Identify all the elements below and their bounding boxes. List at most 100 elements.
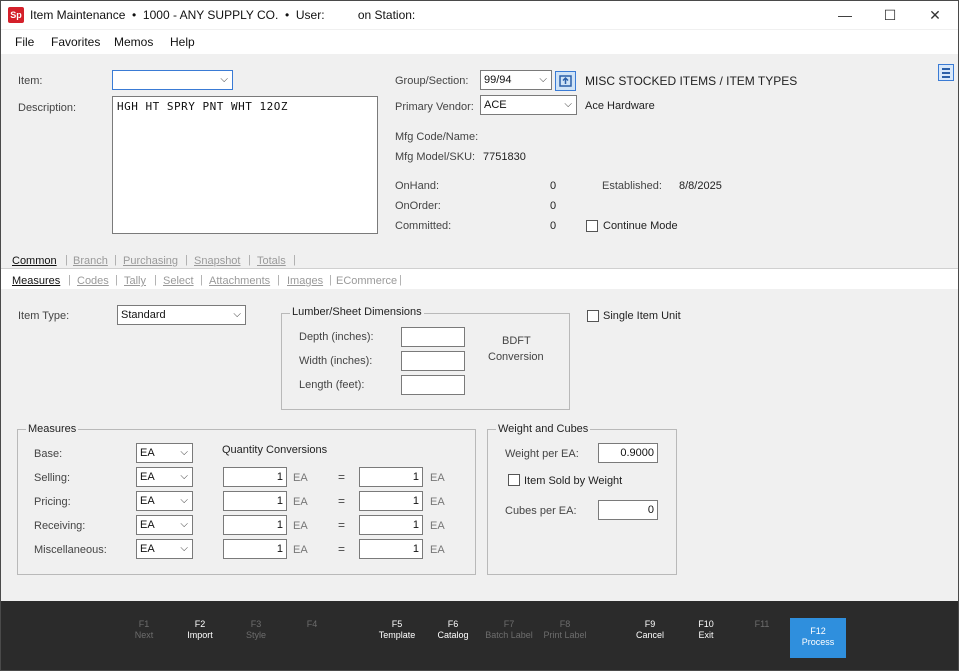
primary-vendor-combo[interactable]: ACE ⌵	[480, 95, 577, 115]
miscellaneous-qty-unit: EA	[293, 544, 308, 556]
committed-label: Committed:	[395, 220, 452, 232]
pricing-unit-combo[interactable]: EA ⌵	[136, 491, 193, 511]
chevron-down-icon: ⌵	[233, 309, 241, 320]
tab-snapshot[interactable]: Snapshot	[194, 255, 240, 267]
tab-tally[interactable]: Tally	[124, 275, 146, 287]
depth-input[interactable]	[401, 327, 465, 347]
length-input[interactable]	[401, 375, 465, 395]
measures-title: Measures	[26, 423, 79, 435]
f1-key: F1	[138, 619, 150, 629]
receiving-base-qty-input[interactable]: 1	[359, 515, 423, 535]
menu-bar: File Favorites Memos Help	[1, 30, 958, 54]
menu-help[interactable]: Help	[170, 35, 195, 49]
onhand-label: OnHand:	[395, 180, 440, 192]
f11-button[interactable]: F11	[734, 619, 790, 630]
mfg-model-label: Mfg Model/SKU:	[395, 151, 476, 163]
chevron-down-icon: ⌵	[220, 74, 228, 85]
miscellaneous-base-qty-input[interactable]: 1	[359, 539, 423, 559]
tab-codes[interactable]: Codes	[77, 275, 109, 287]
item-type-combo[interactable]: Standard ⌵	[117, 305, 246, 325]
f3-label: Style	[245, 630, 266, 640]
secondary-tabs: Measures | Codes | Tally | Select | Atta…	[1, 269, 958, 289]
tab-images[interactable]: Images	[287, 275, 323, 287]
f12-process-button[interactable]: F12 Process	[790, 618, 846, 658]
tab-common[interactable]: Common	[12, 255, 57, 267]
single-item-unit-label: Single Item Unit	[603, 310, 681, 322]
tab-select[interactable]: Select	[163, 275, 194, 287]
base-unit-combo[interactable]: EA ⌵	[136, 443, 193, 463]
bdft-conversion-label: Conversion	[488, 351, 544, 363]
tab-measures[interactable]: Measures	[12, 275, 60, 287]
f5-label: Template	[378, 630, 416, 640]
f1-next-button[interactable]: F1 Next	[116, 619, 172, 641]
menu-file[interactable]: File	[15, 35, 34, 49]
f9-cancel-button[interactable]: F9 Cancel	[622, 619, 678, 641]
cubes-per-input[interactable]: 0	[598, 500, 658, 520]
receiving-label: Receiving:	[34, 520, 86, 532]
chevron-down-icon: ⌵	[539, 74, 547, 85]
chevron-down-icon: ⌵	[180, 471, 188, 482]
receiving-base-unit: EA	[430, 520, 445, 532]
single-item-unit-checkbox[interactable]	[587, 310, 599, 322]
selling-unit-combo[interactable]: EA ⌵	[136, 467, 193, 487]
group-section-combo[interactable]: 99/94 ⌵	[480, 70, 552, 90]
sold-by-weight-label: Item Sold by Weight	[524, 475, 623, 487]
f2-key: F2	[194, 619, 206, 629]
pricing-equals: =	[338, 494, 346, 508]
pricing-base-qty-input[interactable]: 1	[359, 491, 423, 511]
side-menu-icon[interactable]	[938, 64, 954, 81]
pricing-label: Pricing:	[34, 496, 71, 508]
width-input[interactable]	[401, 351, 465, 371]
selling-base-unit: EA	[430, 472, 445, 484]
group-section-label: Group/Section:	[395, 75, 469, 87]
menu-memos[interactable]: Memos	[114, 35, 153, 49]
close-button[interactable]: ✕	[912, 1, 958, 29]
f7-batch-label-button[interactable]: F7 Batch Label	[481, 619, 537, 641]
f6-catalog-button[interactable]: F6 Catalog	[425, 619, 481, 641]
group-lookup-button[interactable]	[555, 71, 576, 91]
tab-branch[interactable]: Branch	[73, 255, 108, 267]
tab-attachments[interactable]: Attachments	[209, 275, 270, 287]
f5-template-button[interactable]: F5 Template	[369, 619, 425, 641]
continue-mode-checkbox[interactable]	[586, 220, 598, 232]
mfg-code-label: Mfg Code/Name:	[395, 131, 479, 143]
pricing-qty-unit: EA	[293, 496, 308, 508]
weight-per-label: Weight per EA:	[505, 448, 579, 460]
selling-base-qty-input[interactable]: 1	[359, 467, 423, 487]
continue-mode-label: Continue Mode	[603, 220, 678, 232]
chevron-down-icon: ⌵	[180, 519, 188, 530]
f3-style-button[interactable]: F3 Style	[228, 619, 284, 641]
f12-key: F12	[810, 626, 826, 636]
f6-label: Catalog	[437, 630, 469, 640]
item-type-value: Standard	[121, 309, 166, 321]
sold-by-weight-checkbox[interactable]	[508, 474, 520, 486]
function-key-bar: F1 Next F2 Import F3 Style F4 F5 Template F6…	[1, 601, 958, 670]
miscellaneous-unit-combo[interactable]: EA ⌵	[136, 539, 193, 559]
miscellaneous-qty-input[interactable]: 1	[223, 539, 287, 559]
receiving-unit-combo[interactable]: EA ⌵	[136, 515, 193, 535]
f2-label: Import	[187, 630, 213, 640]
tab-purchasing[interactable]: Purchasing	[123, 255, 178, 267]
maximize-button[interactable]: ☐	[867, 1, 913, 29]
tab-totals[interactable]: Totals	[257, 255, 286, 267]
tab-ecommerce[interactable]: ECommerce	[336, 275, 397, 287]
pricing-qty-input[interactable]: 1	[223, 491, 287, 511]
receiving-qty-input[interactable]: 1	[223, 515, 287, 535]
item-combo[interactable]: ⌵	[112, 70, 233, 90]
selling-qty-input[interactable]: 1	[223, 467, 287, 487]
description-textarea[interactable]: HGH HT SPRY PNT WHT 12OZ	[112, 96, 378, 234]
menu-favorites[interactable]: Favorites	[51, 35, 100, 49]
f8-print-label-button[interactable]: F8 Print Label	[537, 619, 593, 641]
selling-equals: =	[338, 470, 346, 484]
weight-per-input[interactable]: 0.9000	[598, 443, 658, 463]
quantity-conversions-label: Quantity Conversions	[222, 444, 328, 456]
f2-import-button[interactable]: F2 Import	[172, 619, 228, 641]
minimize-button[interactable]: —	[822, 1, 868, 29]
f4-button[interactable]: F4	[284, 619, 340, 630]
item-type-label: Item Type:	[18, 310, 70, 322]
f12-label: Process	[801, 637, 835, 647]
receiving-unit-value: EA	[140, 519, 155, 531]
f10-exit-button[interactable]: F10 Exit	[678, 619, 734, 641]
receiving-qty-unit: EA	[293, 520, 308, 532]
f9-key: F9	[644, 619, 656, 629]
